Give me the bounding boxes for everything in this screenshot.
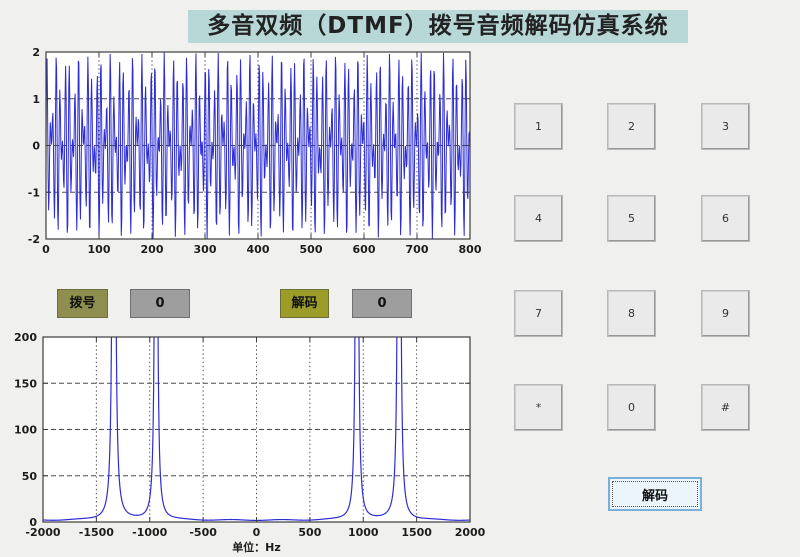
y-tick-label: 200: [14, 331, 37, 344]
x-tick-label: 100: [88, 243, 111, 256]
x-tick-label: 2000: [455, 526, 486, 539]
keypad-button-2[interactable]: 2: [608, 104, 655, 149]
app-title: 多音双频（DTMF）拨号音频解码仿真系统: [188, 10, 688, 43]
x-tick-label: -500: [189, 526, 217, 539]
x-tick-label: 800: [459, 243, 482, 256]
y-tick-label: 100: [14, 424, 37, 437]
x-tick-label: -1000: [132, 526, 168, 539]
y-tick-label: 50: [22, 470, 38, 483]
y-tick-label: -1: [28, 186, 40, 199]
y-tick-label: -2: [28, 233, 40, 246]
keypad-button-4[interactable]: 4: [515, 196, 562, 241]
dial-label: 拨号: [57, 289, 108, 318]
y-tick-label: 0: [29, 516, 37, 529]
keypad-button-9[interactable]: 9: [702, 291, 749, 336]
x-tick-label: 400: [247, 243, 270, 256]
waveform-plot: 0 100 200 300 400 500 600 700 800 -2 -1 0 1 2: [28, 46, 482, 256]
dtmf-app-window: 多音双频（DTMF）拨号音频解码仿真系统 0 100 200 300 400 500 600…: [0, 0, 800, 557]
keypad-button-3[interactable]: 3: [702, 104, 749, 149]
keypad-button-0[interactable]: 0: [608, 385, 655, 430]
y-tick-label: 1: [32, 93, 40, 106]
x-tick-label: 300: [194, 243, 217, 256]
y-tick-label: 0: [32, 140, 40, 153]
keypad-button-7[interactable]: 7: [515, 291, 562, 336]
spectrum-plot: -2000 -1500 -1000 -500 0 500 1000 1500 200005010…: [14, 331, 486, 554]
keypad-button-#[interactable]: #: [702, 385, 749, 430]
dial-value-display: 0: [130, 289, 190, 318]
x-tick-label: 200: [141, 243, 164, 256]
y-tick-label: 150: [14, 377, 37, 390]
x-tick-label: -1500: [79, 526, 115, 539]
decode-label: 解码: [280, 289, 329, 318]
keypad-button-*[interactable]: *: [515, 385, 562, 430]
x-tick-label: 1500: [401, 526, 432, 539]
keypad-button-1[interactable]: 1: [515, 104, 562, 149]
x-axis-label: 单位：Hz: [232, 540, 281, 554]
x-tick-label: 700: [406, 243, 429, 256]
y-tick-label: 2: [32, 46, 40, 59]
keypad-button-6[interactable]: 6: [702, 196, 749, 241]
keypad-button-8[interactable]: 8: [608, 291, 655, 336]
x-tick-label: 1000: [348, 526, 379, 539]
x-tick-label: 600: [353, 243, 376, 256]
x-tick-label: 500: [298, 526, 321, 539]
decode-value-display: 0: [352, 289, 412, 318]
x-tick-label: 0: [253, 526, 261, 539]
decode-button[interactable]: 解码: [608, 477, 702, 511]
x-tick-label: 0: [42, 243, 50, 256]
x-tick-label: 500: [300, 243, 323, 256]
keypad-button-5[interactable]: 5: [608, 196, 655, 241]
